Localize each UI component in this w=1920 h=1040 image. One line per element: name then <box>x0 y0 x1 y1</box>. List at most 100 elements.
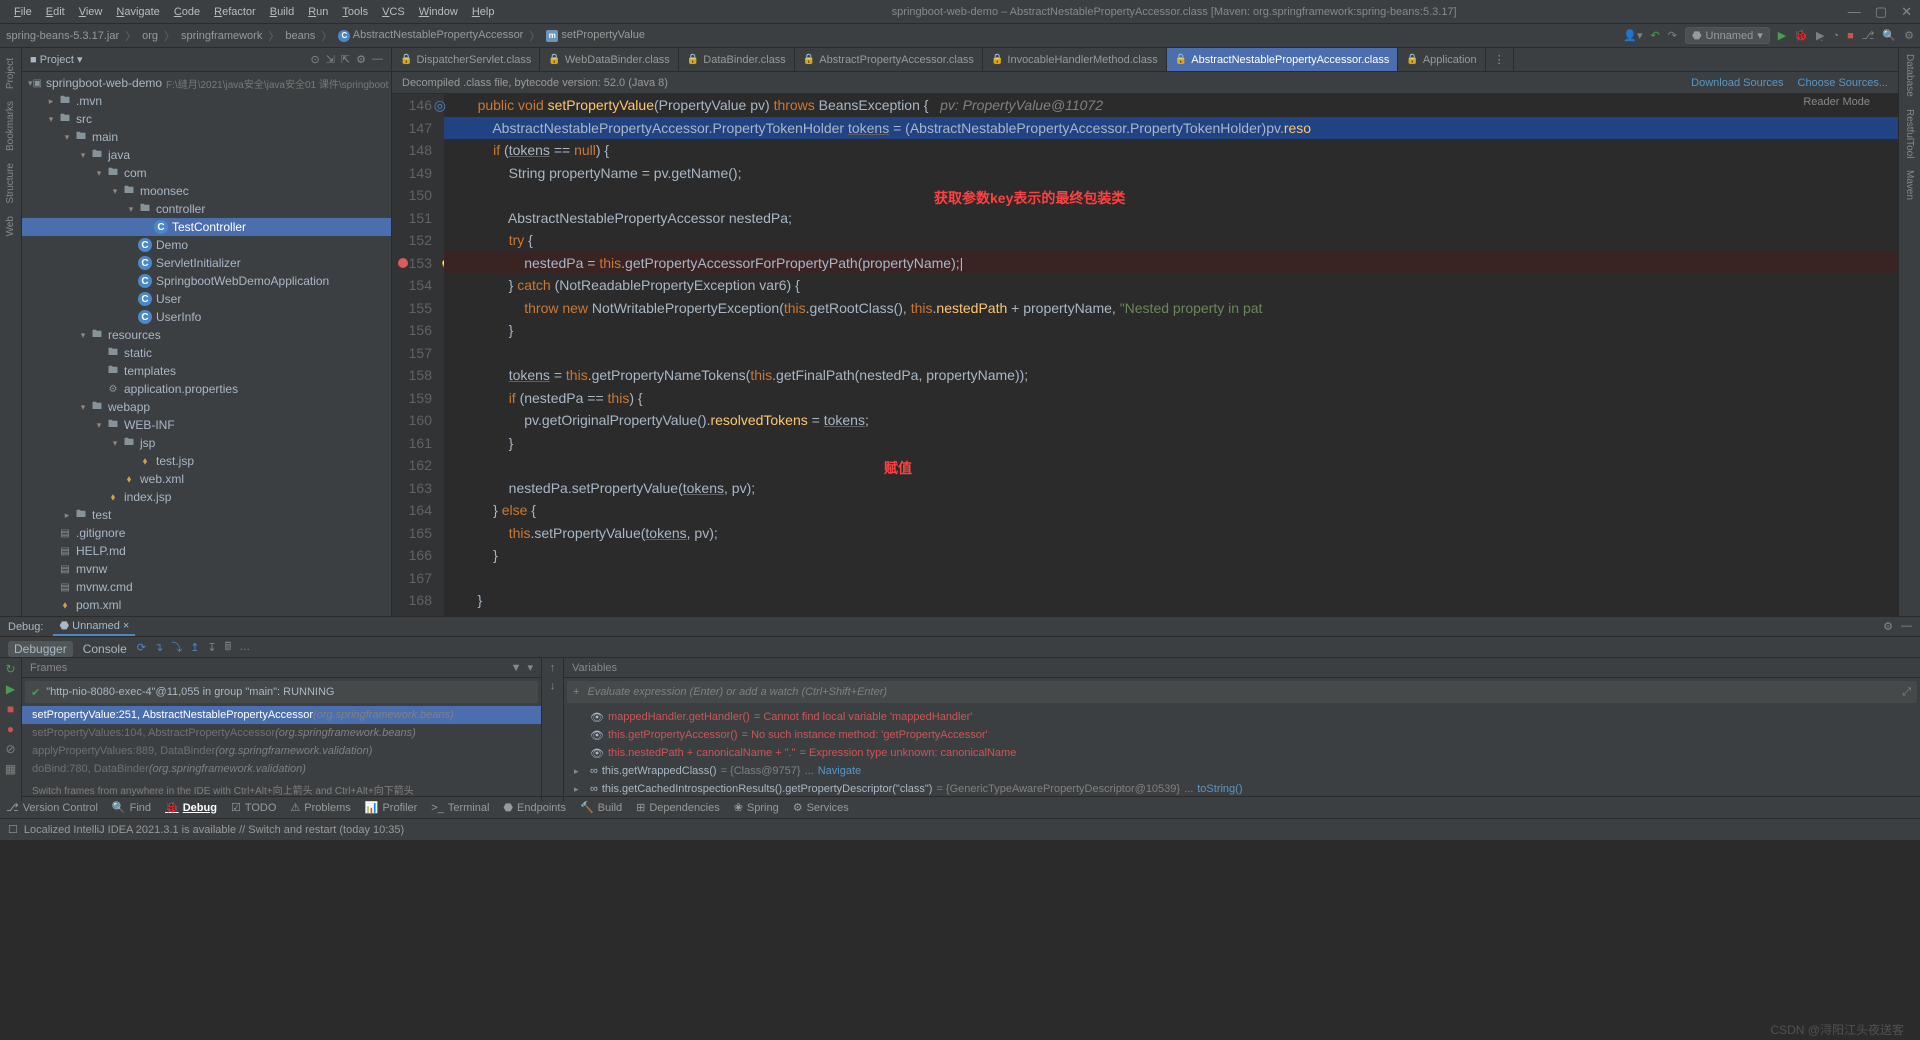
tool-project[interactable]: Project <box>5 52 16 95</box>
code-line[interactable] <box>462 342 1898 365</box>
tree-node[interactable]: ▤HELP.md <box>22 542 391 560</box>
bottom-tool-profiler[interactable]: 📊Profiler <box>365 801 418 814</box>
bottom-tool-version-control[interactable]: ⎇Version Control <box>6 801 98 814</box>
code-line[interactable]: } <box>462 589 1898 612</box>
code-line[interactable]: } <box>462 319 1898 342</box>
tree-node[interactable]: CUserInfo <box>22 308 391 326</box>
frame-row[interactable]: doBind:780, DataBinder (org.springframew… <box>22 760 541 778</box>
bottom-tool-build[interactable]: 🔨Build <box>580 801 622 814</box>
evaluate-icon[interactable]: 🖩 <box>225 638 232 657</box>
bottom-tool-problems[interactable]: ⚠Problems <box>290 801 350 814</box>
breakpoint-icon[interactable] <box>398 258 408 268</box>
watch-link[interactable]: toString() <box>1197 783 1242 795</box>
code-line[interactable]: if (tokens == null) { <box>462 139 1898 162</box>
crumb[interactable]: org <box>142 30 158 42</box>
bottom-tool-debug[interactable]: 🐞Debug <box>165 801 217 814</box>
tree-node[interactable]: 🖿templates <box>22 362 391 380</box>
bottom-tool-endpoints[interactable]: ⬣Endpoints <box>503 801 566 814</box>
coverage-icon[interactable]: ▶̣ <box>1816 29 1824 42</box>
line-gutter[interactable]: 146 ◎147148149150151152153💡1541551561571… <box>392 94 444 616</box>
code-line[interactable]: AbstractNestablePropertyAccessor nestedP… <box>462 207 1898 230</box>
project-tree[interactable]: ▾▣springboot-web-demoF:\缝月\2021\java安全\j… <box>22 72 391 616</box>
code-line[interactable]: try { <box>462 229 1898 252</box>
crumb[interactable]: C AbstractNestablePropertyAccessor <box>338 29 523 42</box>
code-line[interactable]: public void setPropertyValue(PropertyVal… <box>462 94 1898 117</box>
add-watch-icon[interactable]: + <box>573 686 579 698</box>
code-line[interactable]: } else { <box>462 499 1898 522</box>
prev-icon[interactable]: ↑ <box>550 662 556 674</box>
code-line[interactable]: pv.getOriginalPropertyValue().resolvedTo… <box>462 409 1898 432</box>
frame-row[interactable]: setPropertyValue:251, AbstractNestablePr… <box>22 706 541 724</box>
tree-node[interactable]: ⚙application.properties <box>22 380 391 398</box>
step-out-icon[interactable]: ↥ <box>190 641 199 654</box>
tree-node[interactable]: ⬧index.jsp <box>22 488 391 506</box>
debug-icon[interactable]: 🐞 <box>1794 29 1808 42</box>
user-icon[interactable]: 👤▾ <box>1623 29 1642 42</box>
code-line[interactable]: this.setPropertyValue(tokens, pv); <box>462 522 1898 545</box>
tool-web[interactable]: Web <box>5 210 16 242</box>
menu-window[interactable]: Window <box>413 4 464 20</box>
next-icon[interactable]: ↓ <box>550 680 556 692</box>
hide-icon[interactable]: — <box>372 53 383 66</box>
settings-icon[interactable]: ⚙ <box>1904 29 1914 42</box>
code-line[interactable]: if (nestedPa == this) { <box>462 387 1898 410</box>
layout-icon[interactable]: ▦ <box>5 762 16 776</box>
menu-file[interactable]: File <box>8 4 38 20</box>
breakpoints-icon[interactable]: ● <box>7 722 14 736</box>
watch-row[interactable]: ▸∞this.getWrappedClass() = {Class@9757} … <box>564 762 1920 780</box>
trace-icon[interactable]: … <box>239 641 250 653</box>
tree-node[interactable]: ▸🖿test <box>22 506 391 524</box>
bottom-tool-services[interactable]: ⚙Services <box>793 801 849 814</box>
menu-edit[interactable]: Edit <box>40 4 71 20</box>
choose-sources-link[interactable]: Choose Sources... <box>1798 77 1889 89</box>
reader-mode-label[interactable]: Reader Mode <box>1803 96 1870 108</box>
bottom-tool-terminal[interactable]: >_Terminal <box>431 802 489 814</box>
menu-view[interactable]: View <box>73 4 109 20</box>
debugger-tab[interactable]: Debugger <box>8 641 73 657</box>
status-indicator-icon[interactable]: ☐ <box>8 823 18 836</box>
bottom-tool-todo[interactable]: ☑TODO <box>231 801 276 814</box>
download-sources-link[interactable]: Download Sources <box>1691 77 1783 89</box>
collapse-icon[interactable]: ⇱ <box>341 53 350 66</box>
code-line[interactable] <box>462 454 1898 477</box>
crumb[interactable]: beans <box>285 30 315 42</box>
run-icon[interactable]: ▶ <box>1778 29 1786 42</box>
tree-node[interactable]: ▤mvnw <box>22 560 391 578</box>
mute-bp-icon[interactable]: ⊘ <box>5 742 15 756</box>
tool-restfultool[interactable]: RestfulTool <box>1904 103 1915 164</box>
tree-node[interactable]: ▾🖿java <box>22 146 391 164</box>
editor-tab[interactable]: 🔒AbstractPropertyAccessor.class <box>795 48 983 71</box>
code-editor[interactable]: 146 ◎147148149150151152153💡1541551561571… <box>392 94 1898 616</box>
console-tab[interactable]: Console <box>83 642 127 656</box>
tree-node[interactable]: ▾🖿webapp <box>22 398 391 416</box>
select-opened-icon[interactable]: ⊙ <box>310 53 319 66</box>
stop-icon[interactable]: ■ <box>7 702 14 716</box>
tree-node[interactable]: ▤mvnw.cmd <box>22 578 391 596</box>
dropdown-icon[interactable]: ▾ <box>527 661 533 674</box>
crumb[interactable]: spring-beans-5.3.17.jar <box>6 30 119 42</box>
minimize-icon[interactable]: — <box>1848 4 1861 20</box>
tree-node[interactable]: ▾🖿controller <box>22 200 391 218</box>
step-over-icon[interactable]: ⟳ <box>137 641 146 654</box>
frame-row[interactable]: applyPropertyValues:889, DataBinder (org… <box>22 742 541 760</box>
expand-icon[interactable]: ⇲ <box>326 53 335 66</box>
menu-navigate[interactable]: Navigate <box>110 4 165 20</box>
tree-node[interactable]: 🖿static <box>22 344 391 362</box>
code-line[interactable]: } <box>462 544 1898 567</box>
crumb[interactable]: m setPropertyValue <box>546 29 645 42</box>
code-text[interactable]: Reader Mode public void setPropertyValue… <box>444 94 1898 616</box>
search-icon[interactable]: 🔍 <box>1882 29 1896 42</box>
editor-tab[interactable]: 🔒DataBinder.class <box>679 48 795 71</box>
menu-refactor[interactable]: Refactor <box>208 4 262 20</box>
tree-node[interactable]: ▸🖿.mvn <box>22 92 391 110</box>
watch-row[interactable]: ▸∞this.getCachedIntrospectionResults().g… <box>564 780 1920 798</box>
nav-fwd-icon[interactable]: ↷ <box>1668 29 1677 42</box>
code-line[interactable]: tokens = this.getPropertyNameTokens(this… <box>462 364 1898 387</box>
filter-icon[interactable]: ▼ <box>511 662 522 674</box>
editor-tab[interactable]: 🔒InvocableHandlerMethod.class <box>983 48 1167 71</box>
breadcrumb[interactable]: spring-beans-5.3.17.jar〉org〉springframew… <box>6 28 645 44</box>
git-icon[interactable]: ⎇ <box>1862 29 1875 42</box>
menu-vcs[interactable]: VCS <box>376 4 411 20</box>
tool-database[interactable]: Database <box>1904 48 1915 103</box>
tree-node[interactable]: CSpringbootWebDemoApplication <box>22 272 391 290</box>
